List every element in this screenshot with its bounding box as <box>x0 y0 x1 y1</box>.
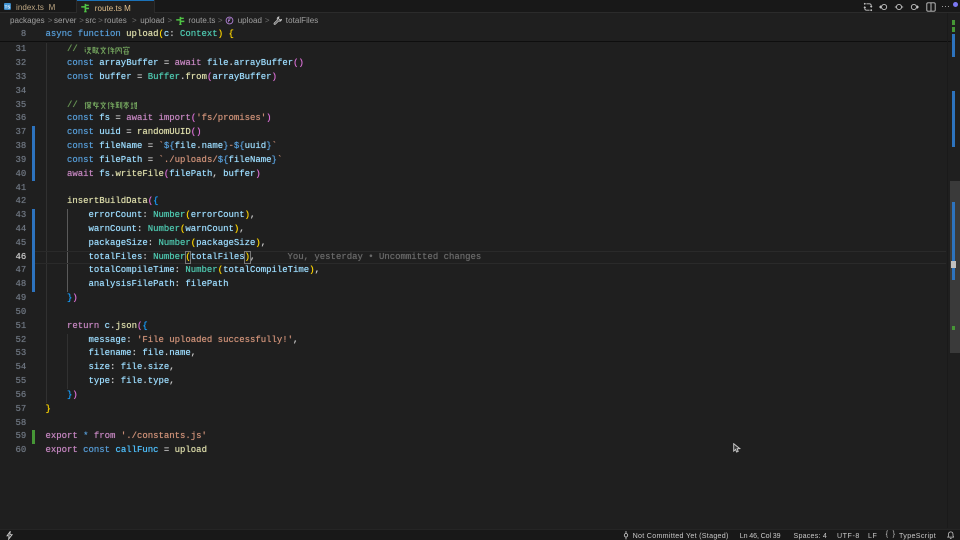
svg-text:TS: TS <box>5 4 11 9</box>
